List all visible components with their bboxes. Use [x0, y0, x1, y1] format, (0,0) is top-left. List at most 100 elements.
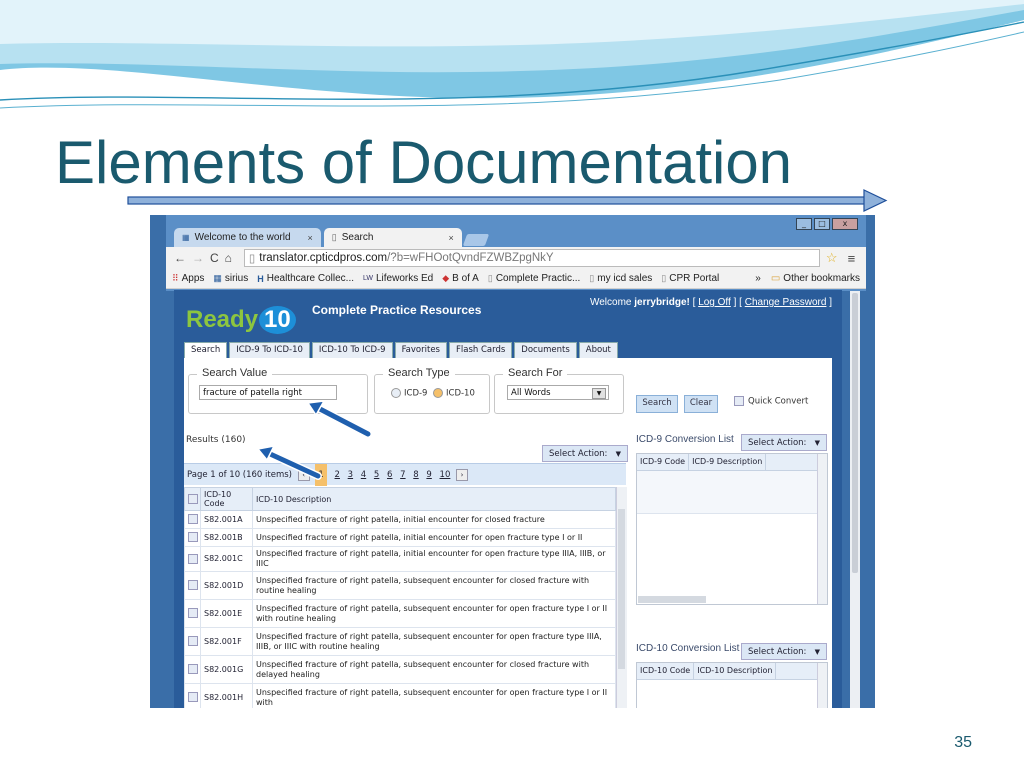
icd9-conversion-table: ICD-9 Code ICD-9 Description	[636, 453, 828, 605]
icd10-vertical-scrollbar[interactable]	[817, 663, 827, 708]
log-off-link[interactable]: Log Off	[698, 297, 731, 308]
page-link[interactable]: 3	[348, 464, 353, 486]
search-for-panel: Search For All Words ▼	[494, 367, 624, 414]
row-checkbox[interactable]	[188, 692, 198, 703]
row-code: S82.001G	[200, 655, 253, 684]
back-icon[interactable]: ←	[174, 251, 192, 265]
table-row[interactable]: S82.001A Unspecified fracture of right pa…	[184, 510, 616, 529]
page-icon: ▯	[589, 273, 595, 283]
browser-tab-search[interactable]: ▯ Search ×	[323, 228, 462, 247]
col-header-icd10-description[interactable]: ICD-10 Description	[694, 663, 777, 679]
page-link[interactable]: 8	[413, 464, 418, 486]
table-row[interactable]: S82.001H Unspecified fracture of right pa…	[184, 683, 616, 708]
browser-tab-welcome[interactable]: ▦ Welcome to the world ×	[174, 228, 321, 247]
tab-flash-cards[interactable]: Flash Cards	[448, 342, 513, 359]
row-checkbox[interactable]	[188, 608, 198, 619]
page-link[interactable]: 9	[426, 464, 431, 486]
next-page-icon[interactable]: ›	[456, 468, 469, 481]
page-link[interactable]: 7	[400, 464, 405, 486]
page-link-current[interactable]: 1	[315, 464, 327, 486]
quick-convert-checkbox[interactable]: Quick Convert	[734, 396, 808, 407]
table-row[interactable]: S82.001D Unspecified fracture of right pa…	[184, 571, 616, 600]
more-bookmarks-button[interactable]: »	[755, 273, 761, 284]
row-checkbox[interactable]	[188, 580, 198, 591]
bookmark-healthcare[interactable]: H Healthcare Collec...	[257, 273, 354, 284]
bookmark-bofa[interactable]: ◆ B of A	[442, 273, 479, 284]
col-header-description[interactable]: ICD-10 Description	[252, 487, 616, 511]
results-scrollbar[interactable]	[616, 487, 627, 708]
row-checkbox[interactable]	[188, 636, 198, 647]
icd10-select-action[interactable]: Select Action: ▼	[741, 643, 827, 660]
search-value-input[interactable]: fracture of patella right	[199, 385, 337, 400]
page-link[interactable]: 4	[361, 464, 366, 486]
table-row[interactable]: S82.001B Unspecified fracture of right pa…	[184, 528, 616, 547]
close-tab-icon[interactable]: ×	[448, 233, 453, 243]
row-checkbox[interactable]	[188, 553, 198, 564]
bookmark-icd-sales[interactable]: ▯ my icd sales	[589, 273, 652, 284]
tab-about[interactable]: About	[578, 342, 618, 359]
radio-label: ICD-10	[446, 388, 475, 399]
scrollbar-thumb[interactable]	[852, 293, 858, 573]
search-for-value: All Words	[511, 388, 551, 398]
select-all-checkbox[interactable]	[184, 487, 201, 511]
change-password-link[interactable]: Change Password	[745, 297, 827, 308]
new-tab-button[interactable]	[462, 234, 489, 246]
col-header-code[interactable]: ICD-10 Code	[200, 487, 253, 511]
clear-button[interactable]: Clear	[684, 395, 718, 413]
bookmark-lifeworks[interactable]: LW Lifeworks Ed	[363, 273, 433, 284]
col-header-icd10-code[interactable]: ICD-10 Code	[637, 663, 695, 679]
icd9-vertical-scrollbar[interactable]	[817, 454, 827, 604]
url-input[interactable]: ▯ translator.cpticdpros.com/?b=wFHOotQvn…	[243, 249, 820, 267]
row-checkbox[interactable]	[188, 664, 198, 675]
close-tab-icon[interactable]: ×	[308, 233, 313, 243]
results-select-action[interactable]: Select Action: ▼	[542, 445, 628, 462]
table-row[interactable]: S82.001C Unspecified fracture of right pa…	[184, 546, 616, 572]
other-bookmarks-folder[interactable]: ▭ Other bookmarks	[771, 273, 860, 284]
row-checkbox[interactable]	[188, 514, 198, 525]
caret-down-icon: ▼	[615, 450, 621, 458]
row-code: S82.001B	[200, 528, 253, 547]
page-link[interactable]: 2	[335, 464, 340, 486]
table-row[interactable]: S82.001E Unspecified fracture of right pa…	[184, 599, 616, 628]
prev-page-icon[interactable]: ‹	[297, 468, 310, 481]
tab-documents[interactable]: Documents	[514, 342, 577, 359]
page-scrollbar[interactable]	[850, 291, 860, 708]
radio-icd9[interactable]: ICD-9	[391, 388, 427, 399]
icd9-select-action[interactable]: Select Action: ▼	[741, 434, 827, 451]
page-link[interactable]: 6	[387, 464, 392, 486]
tab-search[interactable]: Search	[184, 342, 228, 359]
page-link[interactable]: 10	[440, 464, 451, 486]
col-header-icd9-description[interactable]: ICD-9 Description	[689, 454, 767, 470]
radio-label: ICD-9	[404, 388, 428, 399]
reload-icon[interactable]: C	[210, 251, 225, 265]
search-button[interactable]: Search	[636, 395, 678, 413]
ready10-logo: Ready 10	[186, 306, 296, 334]
col-header-icd9-code[interactable]: ICD-9 Code	[637, 454, 690, 470]
bookmark-complete-practice[interactable]: ▯ Complete Practic...	[488, 273, 580, 284]
bookmarks-bar: ⠿ Apps ▦ sirius H Healthcare Collec... LW Li…	[166, 269, 866, 289]
search-for-select[interactable]: All Words ▼	[507, 385, 609, 400]
scrollbar-thumb[interactable]	[618, 509, 625, 669]
row-checkbox[interactable]	[188, 532, 198, 543]
bookmark-sirius[interactable]: ▦ sirius	[213, 273, 248, 284]
tab-icd9-to-icd10[interactable]: ICD-9 To ICD-10	[229, 342, 310, 359]
home-icon[interactable]: ⌂	[225, 251, 238, 265]
bookmark-apps[interactable]: ⠿ Apps	[172, 273, 204, 284]
close-window-button[interactable]: x	[832, 218, 858, 230]
bookmark-cpr-portal[interactable]: ▯ CPR Portal	[661, 273, 719, 284]
browser-menu-icon[interactable]: ≡	[848, 251, 856, 266]
bookmark-star-icon[interactable]: ☆	[826, 250, 838, 266]
page-link[interactable]: 5	[374, 464, 379, 486]
maximize-button[interactable]: □	[814, 218, 830, 230]
row-code: S82.001F	[200, 627, 253, 656]
tab-icd10-to-icd9[interactable]: ICD-10 To ICD-9	[311, 342, 393, 359]
tab-favorites[interactable]: Favorites	[394, 342, 447, 359]
forward-icon[interactable]: →	[192, 251, 210, 265]
table-row[interactable]: S82.001G Unspecified fracture of right pa…	[184, 655, 616, 684]
radio-icd10[interactable]: ICD-10	[433, 388, 475, 399]
table-row[interactable]: S82.001F Unspecified fracture of right pa…	[184, 627, 616, 656]
icd9-horizontal-scrollbar[interactable]	[638, 596, 706, 603]
minimize-button[interactable]: _	[796, 218, 812, 230]
nav-buttons: ←→C⌂	[174, 251, 238, 265]
url-host: translator.cpticdpros.com	[259, 252, 388, 264]
